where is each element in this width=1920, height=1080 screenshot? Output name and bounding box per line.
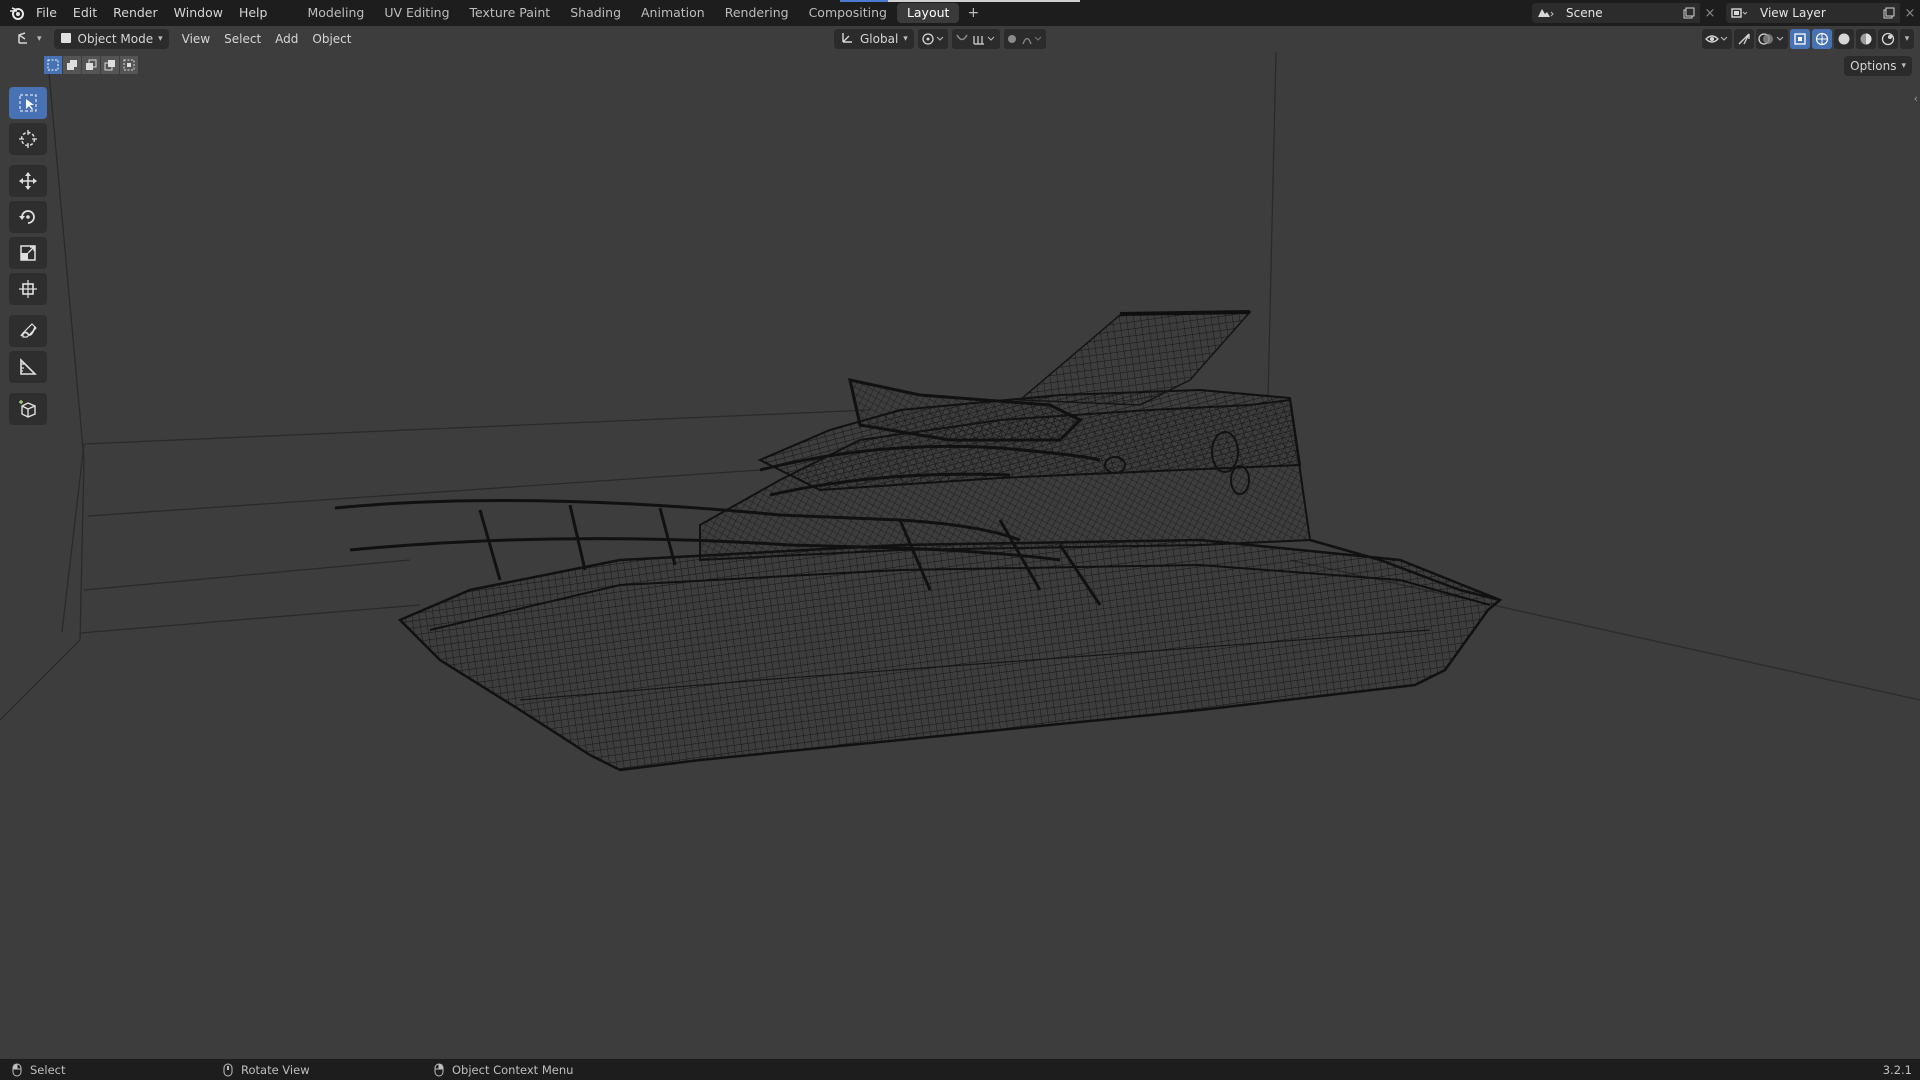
snap-icon[interactable] (951, 29, 1000, 49)
status-context-label: Object Context Menu (452, 1062, 574, 1077)
view-layer-new-button[interactable] (1878, 3, 1900, 23)
status-bar: Select Rotate View Object Context Menu 3… (0, 1059, 1920, 1080)
menu-window[interactable]: Window (166, 0, 231, 26)
measure-icon[interactable] (9, 351, 47, 383)
viewport-header: ▾ Object Mode ▾ View Select Add Object G… (0, 26, 1920, 52)
mode-label: Object Mode (77, 32, 154, 46)
gizmo-icon[interactable] (1734, 29, 1754, 49)
proportional-editing-icon[interactable] (1003, 29, 1046, 49)
chevron-down-icon: ▾ (903, 34, 908, 44)
status-select-label: Select (30, 1062, 66, 1077)
menu-render[interactable]: Render (105, 0, 166, 26)
chevron-down-icon: ▾ (158, 34, 163, 44)
tab-animation[interactable]: Animation (631, 3, 715, 23)
orientation-label: Global (860, 32, 899, 46)
add-cube-icon[interactable] (9, 393, 47, 425)
tab-uv-editing[interactable]: UV Editing (374, 3, 459, 23)
object-menu[interactable]: Object (305, 32, 358, 46)
tab-layout[interactable]: Layout (896, 3, 960, 23)
blender-logo-icon[interactable] (6, 2, 28, 24)
material-preview-icon[interactable] (1856, 29, 1876, 49)
view-layer-name-field[interactable]: View Layer (1752, 3, 1878, 23)
select-new-icon[interactable] (44, 56, 62, 74)
tab-texture-paint[interactable]: Texture Paint (460, 3, 561, 23)
shading-options-icon[interactable]: ▾ (1900, 29, 1914, 49)
solid-shading-icon[interactable] (1834, 29, 1854, 49)
status-select: Select (12, 1059, 65, 1080)
options-dropdown[interactable]: Options ▾ (1844, 56, 1912, 76)
view-layer-picker-icon[interactable] (1726, 3, 1752, 23)
view-layer-close-icon[interactable]: × (1900, 3, 1920, 23)
sidebar-toggle-icon[interactable]: ‹ (1914, 92, 1918, 105)
annotate-icon[interactable] (9, 315, 47, 347)
object-mode-icon (60, 32, 72, 47)
pivot-point-icon[interactable] (917, 29, 948, 49)
wireframe-shading-icon[interactable] (1812, 29, 1832, 49)
scale-icon[interactable] (9, 237, 47, 269)
visibility-icon[interactable] (1702, 29, 1732, 49)
menu-file[interactable]: File (28, 0, 65, 26)
transform-icon[interactable] (9, 273, 47, 305)
view-menu[interactable]: View (175, 32, 217, 46)
orientation-axis-icon (840, 31, 854, 48)
add-menu[interactable]: Add (268, 32, 305, 46)
scene-selectors: Scene × View Layer × (1532, 3, 1920, 23)
tab-compositing[interactable]: Compositing (799, 3, 897, 23)
rotate-icon[interactable] (9, 201, 47, 233)
tab-rendering[interactable]: Rendering (715, 3, 799, 23)
overlays-icon[interactable] (1756, 29, 1788, 49)
transform-orientation-dropdown[interactable]: Global ▾ (834, 29, 914, 49)
move-icon[interactable] (9, 165, 47, 197)
status-rotate: Rotate View (223, 1059, 310, 1080)
tool-shelf (9, 87, 47, 429)
add-workspace-button[interactable]: + (959, 5, 987, 21)
transform-tools: Global ▾ (834, 29, 1046, 49)
boat-wireframe (334, 310, 1503, 772)
status-context: Object Context Menu (434, 1059, 573, 1080)
options-label: Options (1850, 59, 1897, 73)
menu-help[interactable]: Help (231, 0, 276, 26)
editor-type-button[interactable]: ▾ (12, 29, 46, 49)
mouse-right-icon (434, 1063, 444, 1076)
top-menu-bar: File Edit Render Window Help Modeling UV… (0, 0, 1920, 26)
viewport-display-tools: ▾ (1702, 29, 1914, 49)
mouse-middle-icon (223, 1063, 233, 1076)
tab-modeling[interactable]: Modeling (297, 3, 374, 23)
rendered-shading-icon[interactable] (1878, 29, 1898, 49)
scene-new-button[interactable] (1678, 3, 1700, 23)
version-label: 3.2.1 (1882, 1062, 1912, 1077)
scene-picker-icon[interactable] (1532, 3, 1558, 23)
status-rotate-label: Rotate View (241, 1062, 310, 1077)
cursor-icon[interactable] (9, 123, 47, 155)
chevron-down-icon: ▾ (1901, 61, 1906, 71)
select-extend-icon[interactable] (63, 56, 81, 74)
3d-viewport-icon (16, 31, 32, 48)
select-box-icon[interactable] (9, 87, 47, 119)
selection-mode-buttons (44, 56, 138, 74)
tab-shading[interactable]: Shading (560, 3, 631, 23)
scene-close-icon[interactable]: × (1700, 3, 1720, 23)
scene-name-field[interactable]: Scene (1558, 3, 1678, 23)
xray-toggle-icon[interactable] (1790, 29, 1810, 49)
select-intersect-icon[interactable] (120, 56, 138, 74)
workspace-tabs: Modeling UV Editing Texture Paint Shadin… (297, 0, 987, 26)
mouse-left-icon (12, 1063, 22, 1076)
chevron-down-icon: ▾ (37, 34, 42, 44)
menu-edit[interactable]: Edit (65, 0, 105, 26)
select-invert-icon[interactable] (101, 56, 119, 74)
select-menu[interactable]: Select (217, 32, 268, 46)
top-progress-accent (840, 0, 888, 2)
mode-dropdown[interactable]: Object Mode ▾ (53, 29, 169, 49)
3d-viewport-canvas[interactable] (0, 52, 1920, 1059)
select-subtract-icon[interactable] (82, 56, 100, 74)
